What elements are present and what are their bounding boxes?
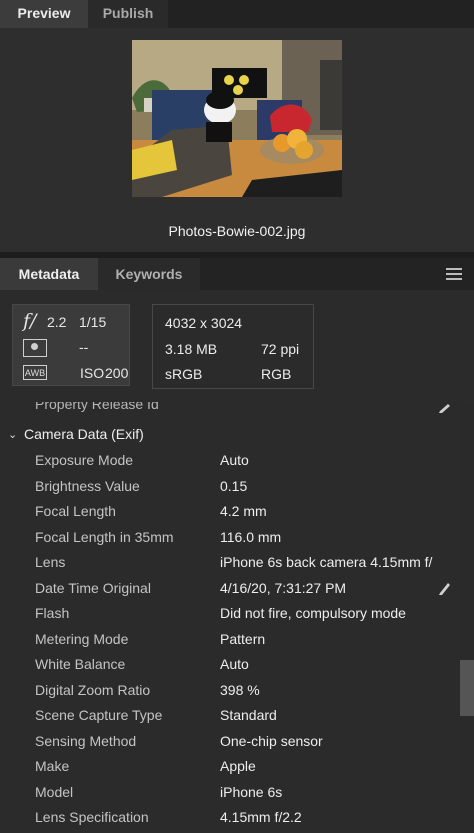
- row-label: Flash: [35, 605, 70, 621]
- color-profile: sRGB: [165, 366, 203, 382]
- f-stop-value: 2.2: [47, 314, 67, 330]
- shutter-speed-value: 1/15: [79, 314, 107, 330]
- row-white-balance[interactable]: White Balance Auto: [0, 656, 460, 681]
- file-size: 3.18 MB: [165, 341, 218, 357]
- row-value: Apple: [220, 758, 256, 774]
- row-value: 4.15mm f/2.2: [220, 809, 302, 825]
- row-label: Brightness Value: [35, 477, 140, 494]
- row-focal-length[interactable]: Focal Length 4.2 mm: [0, 503, 460, 528]
- row-value: iPhone 6s: [220, 783, 283, 800]
- scrollbar-thumb[interactable]: [460, 660, 474, 716]
- color-mode: RGB: [261, 366, 292, 382]
- tab-metadata[interactable]: Metadata: [0, 258, 98, 290]
- row-label: Date Time Original: [35, 579, 151, 596]
- metadata-list: Property Release Id ⌄ Camera Data (Exif)…: [0, 402, 474, 833]
- tab-preview[interactable]: Preview: [0, 0, 88, 28]
- row-label: Metering Mode: [35, 630, 129, 647]
- row-value: 398 %: [220, 681, 260, 698]
- row-date-time-original[interactable]: Date Time Original 4/16/20, 7:31:27 PM: [0, 580, 460, 605]
- metering-mode-icon: [23, 339, 47, 357]
- preview-panel: Photos-Bowie-002.jpg: [0, 28, 474, 252]
- row-value: 116.0 mm: [220, 528, 282, 545]
- top-tab-bar: Preview Publish: [0, 0, 474, 28]
- chevron-down-icon: ⌄: [8, 429, 18, 441]
- hamburger-menu-icon[interactable]: [446, 268, 462, 280]
- row-label: Lens Specification: [35, 809, 149, 825]
- row-label: Make: [35, 758, 70, 774]
- row-label: White Balance: [35, 656, 126, 672]
- scrollbar-track[interactable]: [460, 402, 474, 833]
- row-value: iPhone 6s back camera 4.15mm f/: [220, 554, 433, 570]
- exposure-compensation-value: --: [79, 339, 89, 355]
- preview-thumbnail[interactable]: [132, 40, 342, 197]
- row-lens[interactable]: Lens iPhone 6s back camera 4.15mm f/: [0, 554, 460, 579]
- row-value: 4.2 mm: [220, 503, 267, 519]
- thumbnail-image: [132, 40, 342, 197]
- iso-label: ISO: [80, 365, 105, 381]
- resolution: 72 ppi: [261, 341, 300, 357]
- image-dimensions: 4032 x 3024: [165, 315, 243, 331]
- row-digital-zoom-ratio[interactable]: Digital Zoom Ratio 398 %: [0, 682, 460, 707]
- row-label: Lens: [35, 554, 66, 570]
- row-label: Focal Length: [35, 503, 116, 519]
- f-stop-icon: f/: [23, 310, 37, 332]
- row-value: One-chip sensor: [220, 732, 323, 749]
- section-label: Camera Data (Exif): [24, 426, 144, 442]
- row-flash[interactable]: Flash Did not fire, compulsory mode: [0, 605, 460, 630]
- row-value: 4/16/20, 7:31:27 PM: [220, 579, 347, 596]
- row-exposure-mode[interactable]: Exposure Mode Auto: [0, 452, 460, 477]
- row-model[interactable]: Model iPhone 6s: [0, 784, 460, 809]
- row-make[interactable]: Make Apple: [0, 758, 460, 783]
- pencil-icon[interactable]: [438, 402, 452, 416]
- file-summary-box: 4032 x 3024 3.18 MB 72 ppi sRGB RGB: [152, 304, 314, 389]
- row-label: Digital Zoom Ratio: [35, 681, 151, 698]
- awb-icon: AWB: [23, 365, 47, 380]
- row-value: Pattern: [220, 630, 266, 647]
- row-lens-specification[interactable]: Lens Specification 4.15mm f/2.2: [0, 809, 460, 833]
- row-value: Auto: [220, 452, 249, 468]
- pencil-icon[interactable]: [438, 581, 452, 598]
- property-release-id-label: Property Release Id: [35, 402, 159, 412]
- preview-filename: Photos-Bowie-002.jpg: [168, 223, 306, 239]
- tab-keywords[interactable]: Keywords: [98, 258, 200, 290]
- metadata-tab-bar: Metadata Keywords: [0, 258, 474, 290]
- row-value: Did not fire, compulsory mode: [220, 605, 406, 621]
- row-value: 0.15: [220, 477, 248, 494]
- section-camera-data[interactable]: ⌄ Camera Data (Exif): [8, 424, 448, 446]
- row-value: Standard: [220, 707, 277, 723]
- row-label: Sensing Method: [35, 732, 137, 749]
- iso-value: 200: [105, 365, 129, 381]
- tab-publish[interactable]: Publish: [88, 0, 168, 28]
- exposure-summary-box: f/ 2.2 1/15 -- AWB ISO 200: [12, 304, 130, 386]
- row-label: Exposure Mode: [35, 452, 134, 468]
- row-brightness-value[interactable]: Brightness Value 0.15: [0, 478, 460, 503]
- row-value: Auto: [220, 656, 249, 672]
- row-metering-mode[interactable]: Metering Mode Pattern: [0, 631, 460, 656]
- row-label: Focal Length in 35mm: [35, 528, 174, 545]
- row-focal-length-35mm[interactable]: Focal Length in 35mm 116.0 mm: [0, 529, 460, 554]
- row-sensing-method[interactable]: Sensing Method One-chip sensor: [0, 733, 460, 758]
- row-scene-capture-type[interactable]: Scene Capture Type Standard: [0, 707, 460, 732]
- row-label: Scene Capture Type: [35, 707, 163, 723]
- metadata-summary: f/ 2.2 1/15 -- AWB ISO 200 4032 x 3024 3…: [0, 290, 474, 402]
- row-label: Model: [35, 783, 74, 800]
